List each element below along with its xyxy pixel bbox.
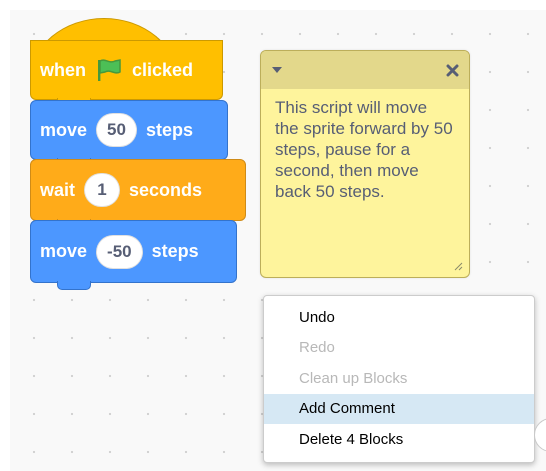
move-label: move <box>40 119 88 140</box>
hat-label-clicked: clicked <box>132 59 194 80</box>
caret-down-icon[interactable] <box>271 66 283 74</box>
steps-label: steps <box>145 119 193 140</box>
green-flag-icon <box>98 59 121 81</box>
seconds-label: seconds <box>129 179 203 200</box>
wait-label: wait <box>40 179 76 200</box>
block-notch <box>57 281 91 290</box>
resize-handle-icon[interactable] <box>453 261 463 271</box>
wait-seconds-input[interactable]: 1 <box>84 173 121 207</box>
menu-item-clean-up-blocks: Clean up Blocks <box>299 369 408 387</box>
comment-text[interactable]: This script will move the sprite forward… <box>261 89 469 210</box>
close-x-icon[interactable] <box>446 64 459 77</box>
move-steps-block[interactable]: move 50 steps <box>30 100 228 167</box>
wait-seconds-block[interactable]: wait 1 seconds <box>30 159 246 228</box>
move-steps-input[interactable]: 50 <box>96 113 137 147</box>
comment-top-bar[interactable] <box>261 51 469 89</box>
menu-item-delete-blocks[interactable]: Delete 4 Blocks <box>264 424 534 455</box>
hat-label-when: when <box>40 59 87 80</box>
move-steps-block-2[interactable]: move -50 steps <box>30 220 237 290</box>
move-steps-input-2[interactable]: -50 <box>96 234 143 269</box>
menu-item-redo: Redo <box>299 339 335 357</box>
move-label: move <box>40 241 88 261</box>
context-menu: Undo Redo Clean up Blocks Add Comment De… <box>263 295 535 463</box>
menu-item-undo[interactable]: Undo <box>264 302 534 333</box>
menu-item-add-comment[interactable]: Add Comment <box>264 393 534 424</box>
steps-label: steps <box>151 241 199 261</box>
when-flag-clicked-block[interactable]: when clicked <box>30 40 223 107</box>
workspace-comment[interactable]: This script will move the sprite forward… <box>260 50 470 278</box>
